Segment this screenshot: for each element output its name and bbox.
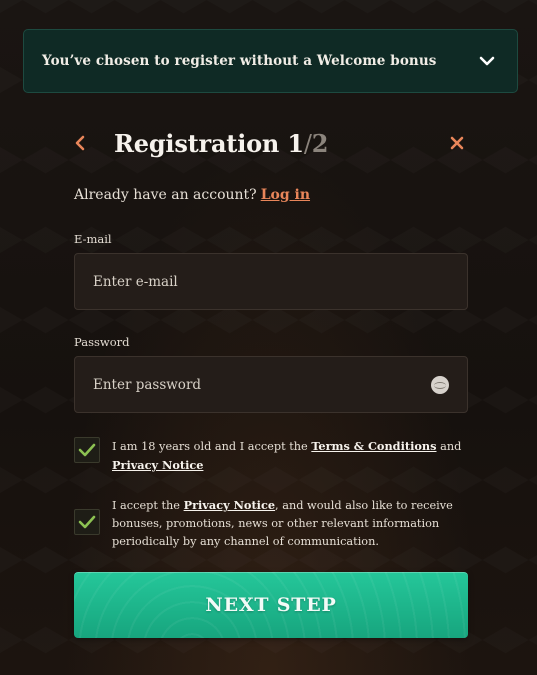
login-prompt-text: Already have an account? (74, 187, 257, 203)
back-button[interactable] (74, 128, 100, 158)
bonus-selector[interactable]: You’ve chosen to register without a Welc… (23, 29, 518, 93)
terms-checkbox[interactable] (74, 437, 100, 463)
consent-marketing: I accept the Privacy Notice, and would a… (74, 496, 468, 551)
consent-terms: I am 18 years old and I accept the Terms… (74, 437, 468, 475)
page-title: Registration 1/2 (114, 129, 328, 158)
marketing-text: I accept the Privacy Notice, and would a… (112, 496, 468, 551)
marketing-checkbox[interactable] (74, 509, 100, 535)
chevron-down-icon[interactable] (479, 55, 495, 67)
privacy-notice-link[interactable]: Privacy Notice (112, 458, 203, 472)
terms-text-a: I am 18 years old and I accept the (112, 440, 312, 453)
step-title: Registration 1 (114, 128, 304, 158)
checkmark-icon (78, 515, 96, 529)
next-step-button[interactable]: NEXT STEP (74, 572, 468, 638)
close-button[interactable] (446, 132, 468, 154)
marketing-text-a: I accept the (112, 499, 184, 512)
terms-text: I am 18 years old and I accept the Terms… (112, 437, 461, 475)
password-label: Password (74, 335, 130, 349)
email-field[interactable] (93, 273, 449, 290)
step-total: 2 (311, 128, 329, 158)
bonus-selector-text: You’ve chosen to register without a Welc… (42, 53, 437, 69)
terms-text-b: and (436, 440, 462, 453)
password-field-box (74, 356, 468, 413)
password-field[interactable] (93, 376, 431, 393)
registration-header: Registration 1/2 (74, 126, 468, 160)
email-field-box (74, 253, 468, 310)
privacy-notice-link-2[interactable]: Privacy Notice (184, 498, 275, 512)
registration-page: You’ve chosen to register without a Welc… (0, 0, 537, 675)
login-prompt: Already have an account? Log in (74, 187, 310, 203)
next-step-label: NEXT STEP (205, 594, 337, 616)
eye-icon[interactable] (431, 375, 449, 394)
terms-link[interactable]: Terms & Conditions (311, 439, 436, 453)
chevron-left-icon (75, 135, 85, 151)
step-separator: / (303, 129, 312, 158)
close-icon (450, 136, 464, 150)
email-label: E-mail (74, 232, 112, 246)
login-link[interactable]: Log in (261, 187, 310, 203)
checkmark-icon (78, 443, 96, 457)
